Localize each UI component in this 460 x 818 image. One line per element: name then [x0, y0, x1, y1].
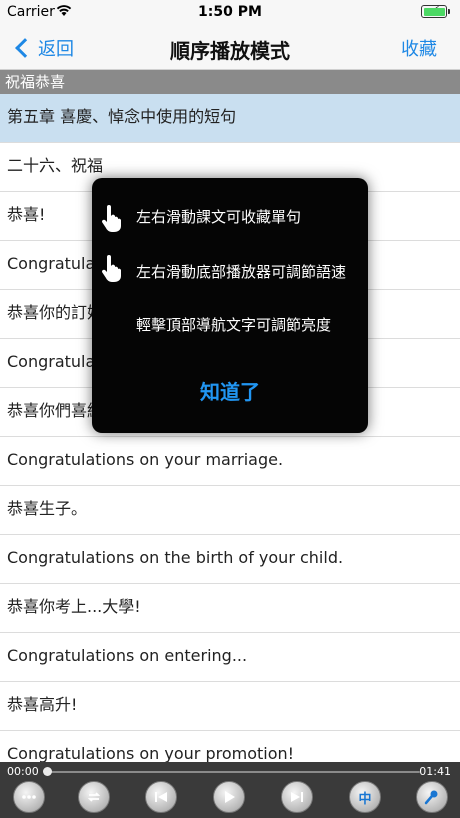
section-header: 祝福恭喜: [0, 70, 460, 94]
list-item[interactable]: Congratulations on entering...: [0, 633, 460, 682]
play-icon: [225, 791, 235, 803]
total-time: 01:41: [419, 765, 451, 778]
back-button[interactable]: 返回: [12, 35, 74, 61]
skip-next-icon: [291, 792, 303, 802]
list-item[interactable]: 第五章 喜慶、悼念中使用的短句: [0, 94, 460, 143]
progress-bar[interactable]: [46, 771, 420, 773]
tip-tap-title: 輕擊頂部導航文字可調節亮度: [136, 316, 332, 334]
progress-knob[interactable]: [43, 767, 52, 776]
record-button[interactable]: [416, 781, 448, 813]
next-button[interactable]: [281, 781, 313, 813]
favorite-button[interactable]: 收藏: [401, 35, 437, 61]
skip-previous-icon: [155, 792, 167, 802]
tip-swipe-sentence: 左右滑動課文可收藏單句: [136, 208, 302, 226]
audio-player: 00:00 01:41 中: [0, 762, 460, 818]
got-it-button[interactable]: 知道了: [92, 376, 368, 405]
battery-icon: [421, 5, 450, 18]
repeat-icon: [87, 792, 101, 802]
swipe-hand-icon: [101, 205, 121, 232]
language-label: 中: [358, 791, 372, 807]
more-icon: [22, 795, 36, 799]
previous-button[interactable]: [145, 781, 177, 813]
list-item[interactable]: 恭喜高升!: [0, 682, 460, 731]
tip-swipe-player: 左右滑動底部播放器可調節語速: [136, 263, 347, 281]
swipe-hand-icon: [101, 255, 121, 282]
more-button[interactable]: [13, 781, 45, 813]
list-item[interactable]: Congratulations on your marriage.: [0, 437, 460, 486]
language-toggle-button[interactable]: 中: [349, 781, 381, 813]
list-item[interactable]: 恭喜生子。: [0, 486, 460, 535]
back-label: 返回: [38, 39, 74, 60]
repeat-button[interactable]: [78, 781, 110, 813]
play-button[interactable]: [213, 781, 245, 813]
list-item[interactable]: Congratulations on the birth of your chi…: [0, 535, 460, 584]
list-item[interactable]: 恭喜你考上...大學!: [0, 584, 460, 633]
microphone-icon: [424, 790, 438, 805]
elapsed-time: 00:00: [7, 765, 39, 778]
chevron-left-icon: [15, 38, 35, 58]
clock: 1:50 PM: [198, 4, 262, 20]
status-bar: Carrier 1:50 PM ⚡: [0, 0, 460, 26]
navigation-bar: 返回 順序播放模式 收藏: [0, 26, 460, 70]
tips-popup: 左右滑動課文可收藏單句 左右滑動底部播放器可調節語速 輕擊頂部導航文字可調節亮度…: [92, 178, 368, 433]
